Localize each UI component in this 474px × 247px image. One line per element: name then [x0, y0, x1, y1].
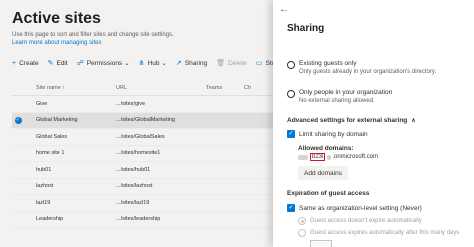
edit-icon: ✎	[47, 60, 54, 67]
existing-guests-description: Only guests already in your organization…	[299, 69, 437, 75]
table-row[interactable]: ✓ Global Marketing .../sites/GlobalMarketi…	[12, 112, 280, 129]
limit-by-domain-option[interactable]: ✓ Limit sharing by domain	[287, 130, 368, 138]
expires-after-radio[interactable]	[298, 229, 306, 237]
hub-label: Hub	[147, 59, 160, 67]
site-name-cell[interactable]: lazhost	[24, 183, 104, 189]
delete-label: Delete	[228, 59, 247, 67]
table-row[interactable]: Give .../sites/give	[12, 96, 280, 113]
create-button[interactable]: + Create	[12, 60, 39, 67]
table-body: Give .../sites/give ✓ Global Marketing .../s…	[12, 96, 280, 228]
existing-guests-option[interactable]: Existing guests only Only guests already…	[287, 60, 436, 76]
row-select[interactable]: ✓	[12, 116, 24, 124]
domain-highlight-box: b23i	[310, 153, 326, 161]
site-url-cell: .../sites/GlobalSales	[116, 133, 165, 140]
chevron-down-icon: ⌄	[124, 60, 130, 67]
sharing-panel: ← Sharing Existing guests only Only gues…	[273, 0, 474, 247]
days-input[interactable]	[310, 240, 332, 247]
panel-title: Sharing	[287, 23, 325, 34]
table-row[interactable]: home site 1 .../sites/homesite1	[12, 146, 280, 162]
same-as-org-checkbox[interactable]: ✓	[287, 204, 295, 212]
site-name-cell[interactable]: Leadership	[24, 216, 104, 222]
domain-suffix: .onmicrosoft.com	[332, 154, 379, 160]
site-name-cell[interactable]: Global Sales	[24, 134, 104, 140]
table-row[interactable]: Leadership .../sites/leadership	[12, 212, 280, 228]
table-row[interactable]: Global Sales .../sites/GlobalSales	[12, 129, 280, 146]
site-url-cell: .../sites/leadership	[116, 216, 161, 223]
share-icon: ↗	[175, 60, 182, 67]
site-url-cell: .../sites/hub01	[116, 166, 151, 173]
no-expire-radio[interactable]	[298, 217, 306, 225]
chevron-up-icon: ∧	[411, 118, 416, 124]
site-name-cell[interactable]: hub01	[24, 167, 104, 173]
people-icon: ☍	[76, 60, 84, 67]
storage-icon: ▭	[255, 60, 263, 67]
sharing-button[interactable]: ↗ Sharing	[175, 59, 208, 68]
edit-label: Edit	[56, 59, 68, 67]
allowed-domains-label: Allowed domains:	[298, 145, 354, 152]
advanced-settings-toggle[interactable]: Advanced settings for external sharing ∧	[287, 117, 416, 124]
delete-icon: 🗑	[216, 60, 226, 67]
table-header: Site name ↑ URL Teams Ch	[12, 80, 280, 96]
column-header-url[interactable]: URL	[104, 85, 194, 91]
redacted-text	[298, 154, 308, 160]
command-bar: + Create ✎ Edit ☍ Permissions ⌄ ⋔ Hub ⌄ …	[12, 59, 297, 68]
column-header-site-name[interactable]: Site name ↑	[24, 85, 104, 91]
hub-icon: ⋔	[138, 60, 145, 67]
no-expire-label: Guest access doesn't expire automaticall…	[310, 218, 422, 224]
only-org-label: Only people in your organization	[299, 89, 393, 96]
page-title: Active sites	[12, 10, 101, 27]
site-name-cell[interactable]: Give	[24, 101, 104, 107]
limit-by-domain-checkbox[interactable]: ✓	[287, 130, 295, 138]
delete-button[interactable]: 🗑 Delete	[216, 59, 247, 68]
edit-button[interactable]: ✎ Edit	[47, 59, 68, 68]
back-arrow-icon[interactable]: ←	[279, 4, 289, 15]
permissions-button[interactable]: ☍ Permissions ⌄	[76, 59, 130, 68]
site-url-cell: .../sites/lazl19	[116, 199, 150, 206]
add-domains-button[interactable]: Add domains	[298, 166, 348, 180]
no-expire-option[interactable]: Guest access doesn't expire automaticall…	[298, 217, 422, 225]
expires-after-option[interactable]: Guest access expires automatically after…	[298, 229, 459, 237]
description-text: Use this page to sort and filter sites a…	[12, 32, 174, 38]
create-label: Create	[19, 59, 39, 67]
column-header-teams[interactable]: Teams	[194, 85, 244, 91]
advanced-settings-heading: Advanced settings for external sharing	[287, 117, 408, 124]
same-as-org-label: Same as organization-level setting (Neve…	[299, 204, 422, 212]
only-org-description: No external sharing allowed.	[299, 98, 375, 104]
checkmark-circle-icon: ✓	[14, 116, 22, 124]
site-url-cell: .../sites/give	[116, 100, 146, 107]
guest-expiration-heading: Expiration of guest access	[287, 190, 370, 197]
table-row[interactable]: hub01 .../sites/hub01	[12, 162, 280, 179]
only-org-radio[interactable]	[287, 90, 295, 98]
sharing-label: Sharing	[184, 59, 208, 67]
table-row[interactable]: lazl19 .../sites/lazl19	[12, 195, 280, 212]
site-name-cell[interactable]: lazl19	[24, 200, 104, 206]
plus-icon: +	[12, 59, 17, 67]
column-header-channel[interactable]: Ch	[244, 85, 268, 91]
only-org-option[interactable]: Only people in your organization No exte…	[287, 89, 392, 105]
same-as-org-option[interactable]: ✓ Same as organization-level setting (Ne…	[287, 204, 422, 212]
chevron-down-icon: ⌄	[161, 60, 167, 67]
site-url-cell: .../sites/GlobalMarketing	[116, 117, 175, 124]
page-description: Use this page to sort and filter sites a…	[12, 31, 174, 47]
sites-table: Site name ↑ URL Teams Ch Give .../sites/g…	[12, 80, 280, 228]
site-name-cell[interactable]: home site 1	[24, 150, 104, 156]
site-name-cell[interactable]: Global Marketing	[24, 117, 104, 123]
site-url-cell: .../sites/lazhost	[116, 183, 153, 190]
existing-guests-radio[interactable]	[287, 61, 295, 69]
learn-more-link[interactable]: Learn more about managing sites	[12, 39, 174, 47]
existing-guests-label: Existing guests only	[299, 60, 357, 67]
allowed-domain-entry: b23i .onmicrosoft.com	[298, 153, 378, 161]
table-row[interactable]: lazhost .../sites/lazhost	[12, 179, 280, 195]
permissions-label: Permissions	[86, 59, 123, 67]
redacted-text	[327, 154, 332, 160]
site-url-cell: .../sites/homesite1	[116, 150, 161, 157]
expires-after-label: Guest access expires automatically after…	[310, 230, 460, 236]
limit-by-domain-label: Limit sharing by domain	[299, 130, 368, 138]
hub-button[interactable]: ⋔ Hub ⌄	[138, 59, 167, 68]
